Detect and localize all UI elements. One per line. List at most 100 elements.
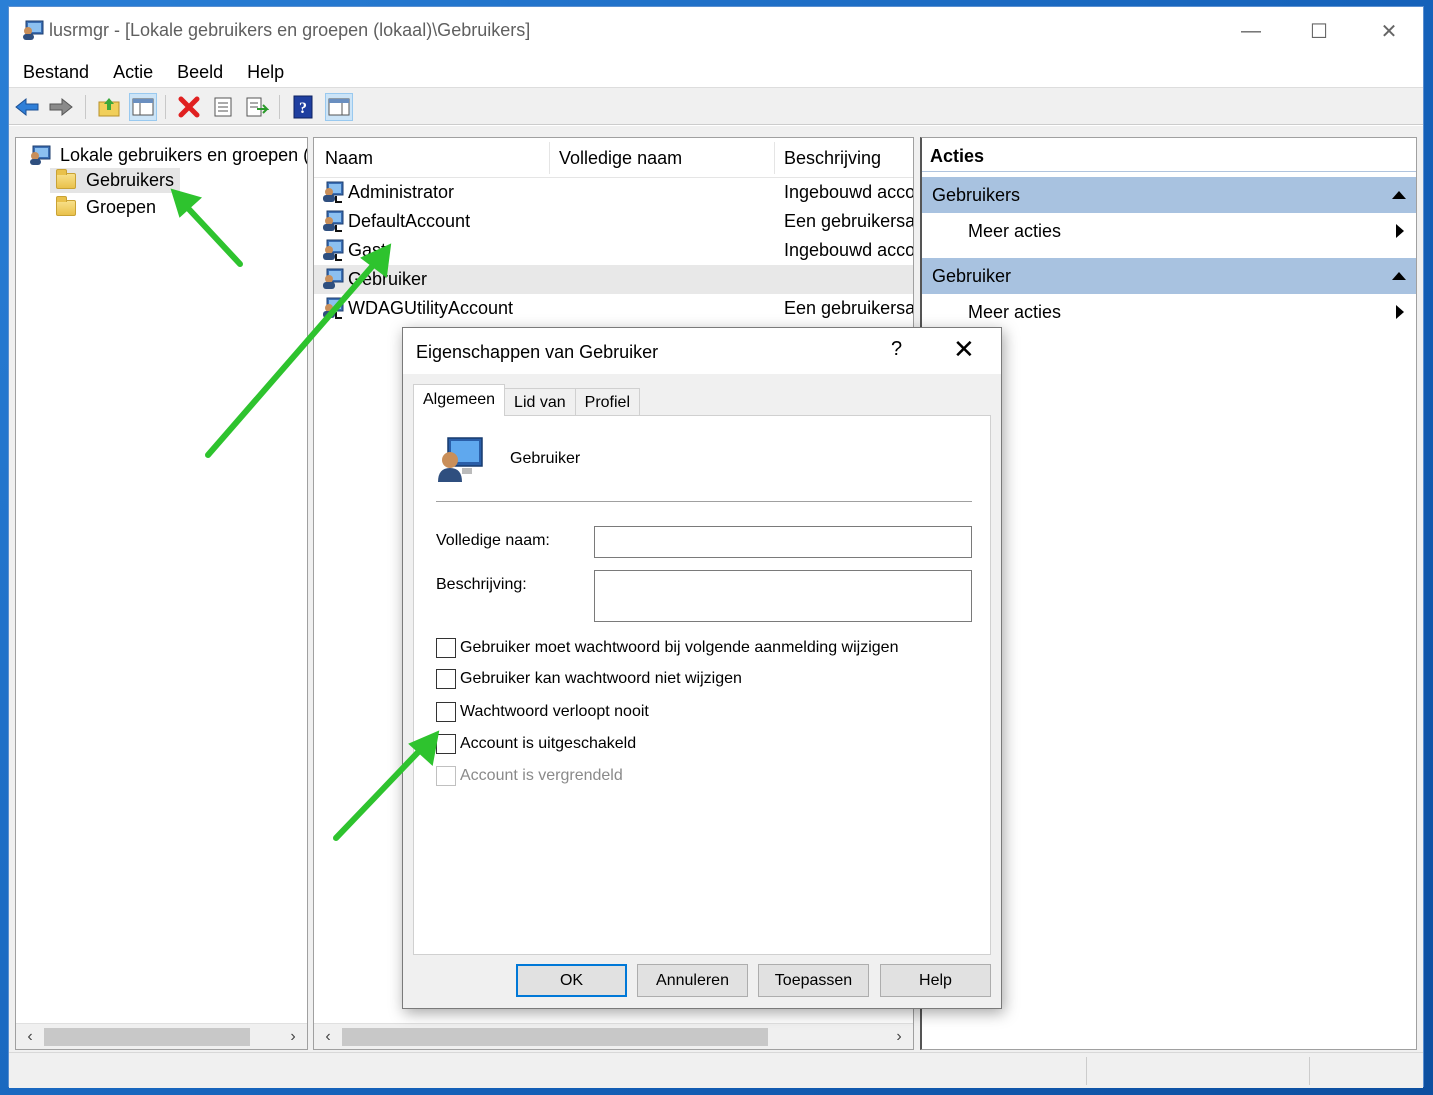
column-naam[interactable]: Naam xyxy=(325,148,373,169)
tree-item-groepen[interactable]: Groepen xyxy=(56,195,156,218)
tree-item-label: Gebruikers xyxy=(86,170,175,190)
scroll-left-icon[interactable]: ‹ xyxy=(20,1027,40,1047)
checkbox-box xyxy=(436,766,456,786)
show-hide-tree-button[interactable] xyxy=(129,93,157,121)
row-name: Gast xyxy=(348,240,387,260)
list-header: Naam Volledige naam Beschrijving xyxy=(314,138,913,178)
svg-text:?: ? xyxy=(299,100,307,117)
row-name: WDAGUtilityAccount xyxy=(348,298,514,318)
tab-panel-algemeen: Gebruiker Volledige naam: Beschrijving: … xyxy=(413,415,991,955)
checkbox-box[interactable] xyxy=(436,702,456,722)
list-row-wdagutilityaccount[interactable]: WDAGUtilityAccount Een gebruikersa xyxy=(314,294,913,323)
checkbox-box[interactable] xyxy=(436,669,456,689)
checkbox-password-never-expires[interactable]: Wachtwoord verloopt nooit xyxy=(436,702,649,722)
maximize-button[interactable]: ☐ xyxy=(1299,15,1339,47)
up-folder-button[interactable] xyxy=(95,93,123,121)
user-account-icon xyxy=(323,239,344,261)
checkbox-box[interactable] xyxy=(436,734,456,754)
tab-lid-van[interactable]: Lid van xyxy=(504,388,576,416)
checkbox-account-disabled[interactable]: Account is uitgeschakeld xyxy=(436,734,636,754)
checkbox-must-change-password[interactable]: Gebruiker moet wachtwoord bij volgende a… xyxy=(436,638,898,658)
list-horizontal-scrollbar[interactable]: ‹ › xyxy=(314,1023,913,1049)
tab-algemeen[interactable]: Algemeen xyxy=(413,384,506,416)
back-button[interactable] xyxy=(13,93,41,121)
description-field[interactable] xyxy=(594,570,972,622)
actions-meer-acties-gebruikers[interactable]: Meer acties xyxy=(922,213,1416,249)
list-row-defaultaccount[interactable]: DefaultAccount Een gebruikersa xyxy=(314,207,913,236)
actions-header-gebruikers[interactable]: Gebruikers xyxy=(922,177,1416,213)
checkbox-cannot-change-password[interactable]: Gebruiker kan wachtwoord niet wijzigen xyxy=(436,669,742,689)
status-bar xyxy=(9,1052,1423,1088)
collapse-up-icon[interactable] xyxy=(1392,272,1406,280)
help-dialog-button[interactable]: Help xyxy=(880,964,991,997)
export-list-icon xyxy=(246,97,269,117)
close-window-button[interactable]: ✕ xyxy=(1369,15,1409,47)
tree-item-gebruikers[interactable]: Gebruikers xyxy=(50,168,181,193)
actions-title: Acties xyxy=(922,138,1416,172)
list-row-administrator[interactable]: Administrator Ingebouwd acco xyxy=(314,178,913,207)
checkbox-box[interactable] xyxy=(436,638,456,658)
submenu-arrow-icon xyxy=(1396,305,1404,319)
actions-meer-acties-gebruiker[interactable]: Meer acties xyxy=(922,294,1416,330)
window-title: lusrmgr - [Lokale gebruikers en groepen … xyxy=(49,20,531,40)
submenu-arrow-icon xyxy=(1396,224,1404,238)
tree-root[interactable]: Lokale gebruikers en groepen (lc xyxy=(28,144,307,166)
scroll-right-icon[interactable]: › xyxy=(283,1027,303,1047)
up-folder-icon xyxy=(98,98,120,117)
scroll-right-icon[interactable]: › xyxy=(889,1027,909,1047)
computer-users-icon xyxy=(23,20,44,40)
row-description: Ingebouwd acco xyxy=(784,240,914,260)
description-label: Beschrijving: xyxy=(436,576,527,593)
actions-item-label: Meer acties xyxy=(968,302,1062,322)
menu-beeld[interactable]: Beeld xyxy=(165,62,235,83)
minimize-button[interactable]: — xyxy=(1231,15,1271,47)
show-hide-action-pane-button[interactable] xyxy=(325,93,353,121)
title-bar: lusrmgr - [Lokale gebruikers en groepen … xyxy=(9,7,1423,57)
tab-profiel[interactable]: Profiel xyxy=(574,388,640,416)
full-name-field[interactable] xyxy=(594,526,972,558)
dialog-close-icon[interactable]: ✕ xyxy=(953,334,975,365)
dialog-title: Eigenschappen van Gebruiker xyxy=(416,342,659,362)
checkbox-label: Account is vergrendeld xyxy=(460,767,623,784)
column-beschrijving[interactable]: Beschrijving xyxy=(784,148,881,169)
scroll-thumb[interactable] xyxy=(342,1028,768,1046)
user-account-icon xyxy=(323,297,344,319)
delete-icon xyxy=(178,96,200,118)
cancel-button[interactable]: Annuleren xyxy=(637,964,748,997)
help-button[interactable]: ? xyxy=(289,93,317,121)
forward-button[interactable] xyxy=(47,93,75,121)
list-row-gast[interactable]: Gast Ingebouwd acco xyxy=(314,236,913,265)
ok-button[interactable]: OK xyxy=(516,964,627,997)
scroll-left-icon[interactable]: ‹ xyxy=(318,1027,338,1047)
collapse-up-icon[interactable] xyxy=(1392,191,1406,199)
scroll-thumb[interactable] xyxy=(44,1028,250,1046)
checkbox-account-locked: Account is vergrendeld xyxy=(436,766,623,786)
help-icon: ? xyxy=(293,95,313,119)
list-row-gebruiker[interactable]: Gebruiker xyxy=(314,265,913,294)
actions-header-label: Gebruikers xyxy=(932,185,1021,205)
apply-button[interactable]: Toepassen xyxy=(758,964,869,997)
folder-icon xyxy=(56,195,76,216)
properties-dialog: Eigenschappen van Gebruiker ? ✕ Algemeen… xyxy=(402,327,1002,1009)
folder-icon xyxy=(56,168,76,189)
actions-header-gebruiker[interactable]: Gebruiker xyxy=(922,258,1416,294)
dialog-help-icon[interactable]: ? xyxy=(891,338,902,361)
actions-item-label: Meer acties xyxy=(968,221,1062,241)
column-volledige-naam[interactable]: Volledige naam xyxy=(559,148,682,169)
full-name-label: Volledige naam: xyxy=(436,532,550,549)
delete-button[interactable] xyxy=(175,93,203,121)
tree-horizontal-scrollbar[interactable]: ‹ › xyxy=(16,1023,307,1049)
menu-bestand[interactable]: Bestand xyxy=(11,62,101,83)
export-list-button[interactable] xyxy=(243,93,271,121)
menu-actie[interactable]: Actie xyxy=(101,62,165,83)
back-arrow-icon xyxy=(15,97,39,117)
toolbar: ? xyxy=(9,87,1423,125)
divider xyxy=(436,501,972,502)
user-account-icon xyxy=(323,181,344,203)
menu-help[interactable]: Help xyxy=(235,62,296,83)
row-name: Gebruiker xyxy=(348,269,428,289)
user-account-icon xyxy=(438,437,483,482)
dialog-tabs: Algemeen Lid van Profiel xyxy=(413,384,640,416)
properties-button[interactable] xyxy=(209,93,237,121)
computer-users-icon xyxy=(30,145,51,165)
